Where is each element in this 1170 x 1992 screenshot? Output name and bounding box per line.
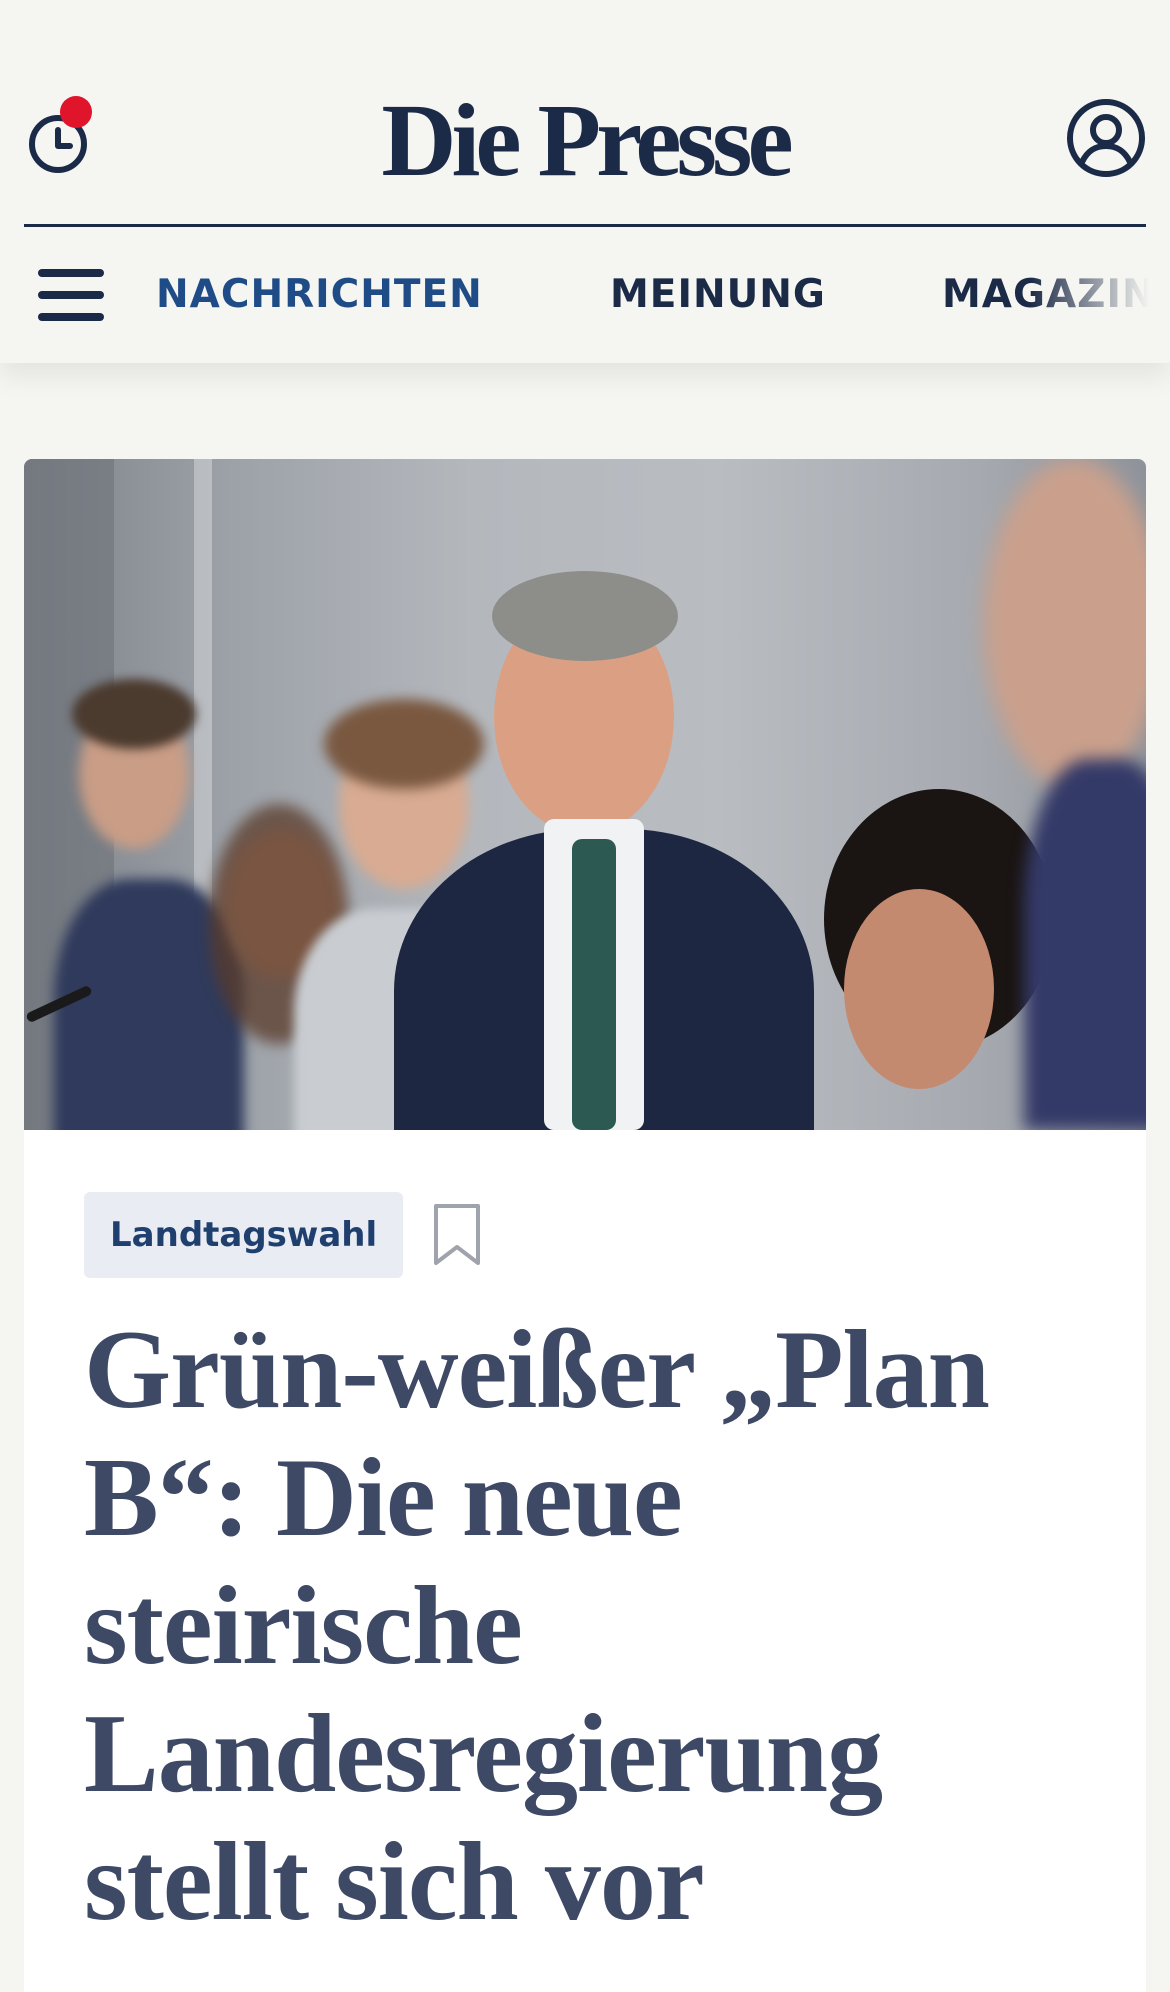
article-body: Landtagswahl Grün-weißer „Plan B“: Die n… [84,1192,1084,1946]
user-account-icon [1067,99,1145,177]
account-button[interactable] [1066,98,1146,178]
page: Die Presse NACHRICHTEN MEINUNG MAGAZIN [0,0,1170,1992]
article-card[interactable]: Landtagswahl Grün-weißer „Plan B“: Die n… [24,459,1146,1992]
site-header: Die Presse NACHRICHTEN MEINUNG MAGAZIN [0,0,1170,363]
bookmark-icon [433,1204,480,1265]
section-nav: NACHRICHTEN MEINUNG MAGAZIN [0,227,1170,363]
site-logo[interactable]: Die Presse [0,76,1170,206]
hamburger-menu-icon[interactable] [38,269,104,321]
bookmark-button[interactable] [432,1203,482,1267]
nav-item-meinung[interactable]: MEINUNG [610,273,826,317]
top-bar: Die Presse [0,0,1170,226]
category-tag[interactable]: Landtagswahl [84,1192,404,1278]
nav-scroll-fade [1030,227,1170,363]
article-headline[interactable]: Grün-weißer „Plan B“: Die neue steirisch… [84,1306,1084,1946]
article-photo[interactable] [24,459,1146,1130]
nav-item-nachrichten[interactable]: NACHRICHTEN [156,273,483,317]
